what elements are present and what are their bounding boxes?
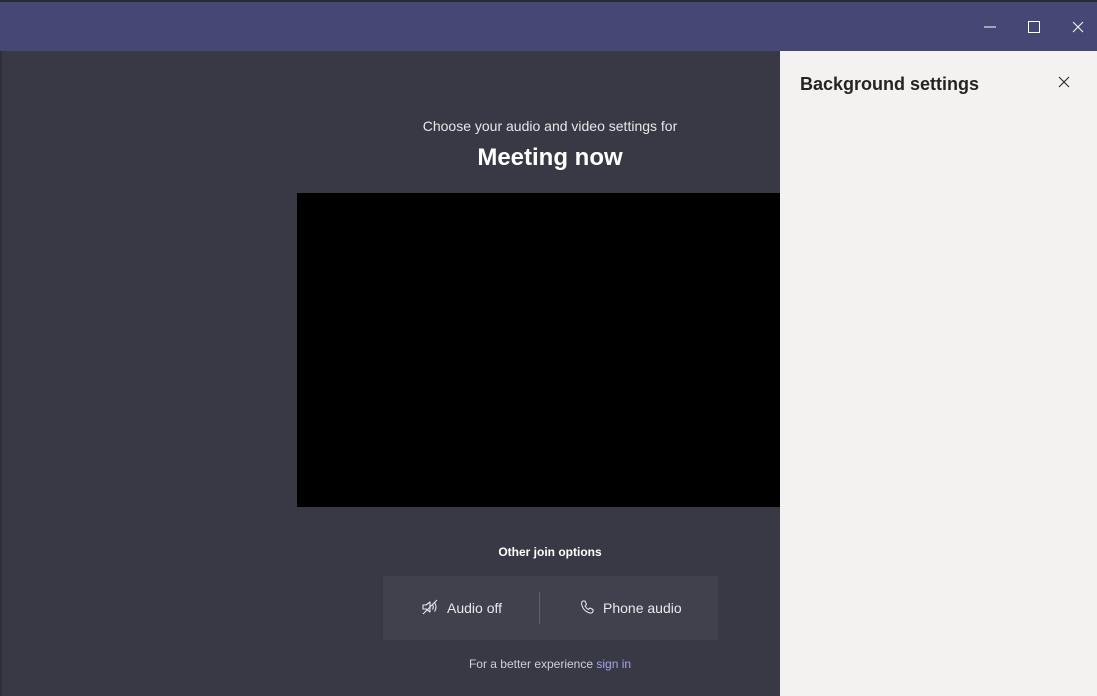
minimize-icon	[983, 20, 997, 34]
close-icon	[1071, 20, 1085, 34]
close-icon	[1058, 75, 1070, 93]
phone-icon	[579, 599, 595, 618]
sign-in-prompt: For a better experience sign in	[350, 657, 750, 671]
other-join-options-label: Other join options	[498, 545, 602, 559]
panel-title: Background settings	[800, 74, 980, 94]
audio-off-button[interactable]: Audio off	[421, 576, 502, 640]
speaker-off-icon	[421, 598, 439, 619]
sign-in-prompt-text: For a better experience	[468, 657, 597, 671]
prejoin-subtitle: Choose your audio and video settings for	[422, 118, 678, 134]
title-bar	[0, 2, 1097, 51]
join-options-bar: Audio off Phone audio	[383, 576, 718, 640]
meeting-title: Meeting now	[477, 144, 623, 171]
audio-off-label: Audio off	[447, 600, 503, 616]
phone-audio-label: Phone audio	[603, 600, 682, 616]
window-left-edge	[0, 51, 2, 696]
close-window-button[interactable]	[1056, 2, 1097, 51]
maximize-icon	[1027, 20, 1041, 34]
background-settings-panel: Background settings	[780, 51, 1097, 696]
sign-in-link[interactable]: sign in	[596, 657, 631, 671]
maximize-button[interactable]	[1012, 2, 1056, 51]
panel-close-button[interactable]	[1052, 73, 1076, 95]
phone-audio-button[interactable]: Phone audio	[579, 576, 682, 640]
options-divider	[539, 592, 540, 624]
minimize-button[interactable]	[968, 2, 1012, 51]
video-preview	[297, 193, 790, 507]
